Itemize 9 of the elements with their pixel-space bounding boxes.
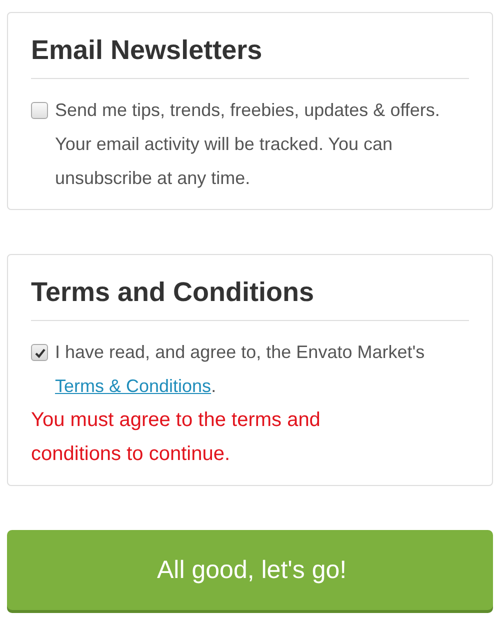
section-title: Email Newsletters (31, 35, 469, 79)
consent-text: I have read, and agree to, the Envato Market's Terms & Conditions. (55, 341, 426, 398)
submit-button[interactable]: All good, let's go! (7, 530, 493, 610)
checkbox[interactable] (31, 344, 48, 361)
error-message: You must agree to the terms and conditions to continue. (31, 408, 322, 467)
checkbox[interactable] (31, 102, 48, 119)
section-title: Terms and Conditions (31, 277, 469, 321)
consent-text: Send me tips, trends, freebies, updates & offers. Your email activity will be tracked. You can unsubscribe at any time. (55, 99, 441, 190)
terms-link[interactable]: Terms & Conditions (55, 376, 212, 396)
